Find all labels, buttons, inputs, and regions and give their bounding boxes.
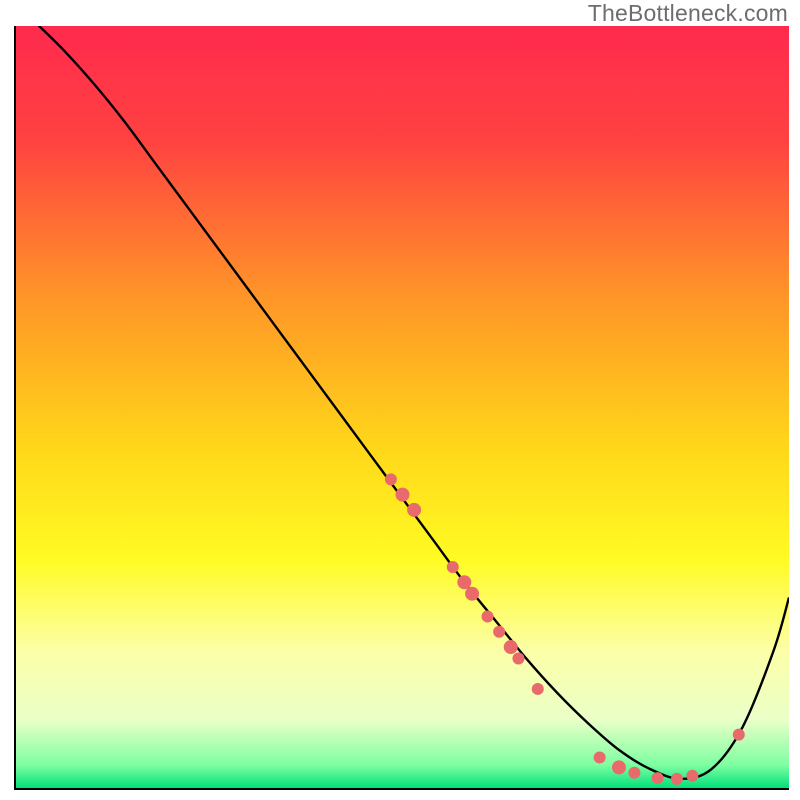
- data-point: [532, 683, 544, 695]
- bottleneck-curve: [16, 26, 789, 779]
- data-point: [612, 760, 626, 774]
- data-point: [385, 473, 397, 485]
- data-point: [652, 772, 664, 784]
- data-point: [512, 652, 524, 664]
- watermark-text: TheBottleneck.com: [588, 0, 788, 27]
- data-point: [671, 773, 683, 785]
- data-point: [594, 752, 606, 764]
- data-point: [733, 729, 745, 741]
- data-point: [407, 503, 421, 517]
- data-point: [447, 561, 459, 573]
- plot-area: [14, 26, 789, 790]
- data-point: [504, 640, 518, 654]
- data-point: [457, 575, 471, 589]
- data-point: [396, 488, 410, 502]
- data-point: [686, 770, 698, 782]
- data-points-group: [385, 473, 745, 784]
- data-point: [493, 626, 505, 638]
- chart-svg: [16, 26, 789, 788]
- data-point: [465, 587, 479, 601]
- data-point: [482, 611, 494, 623]
- data-point: [628, 767, 640, 779]
